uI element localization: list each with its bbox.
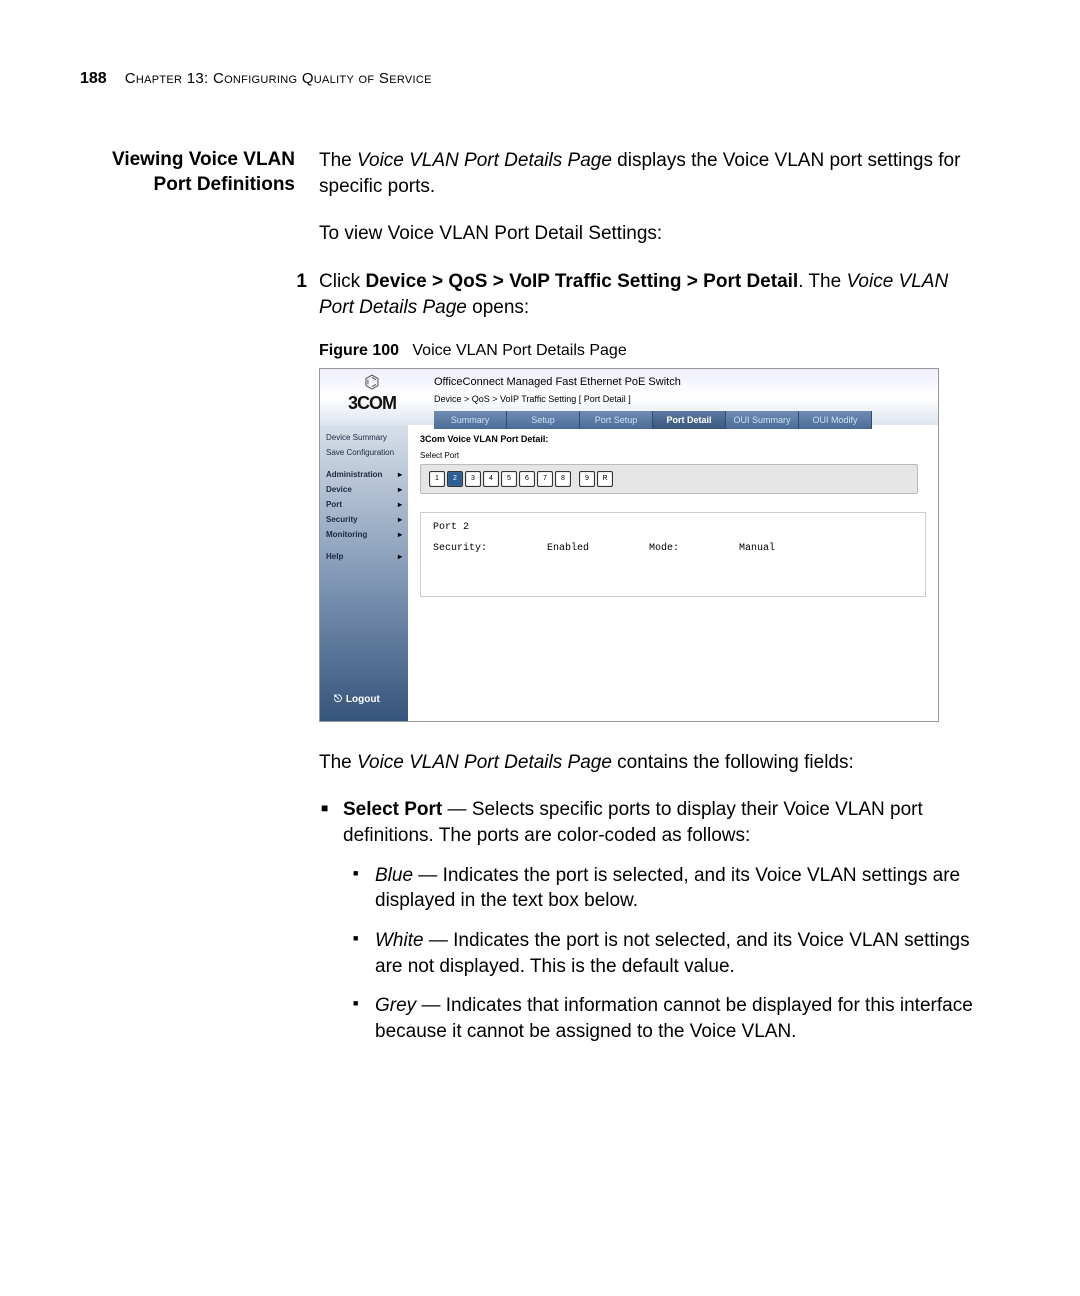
port-r[interactable]: R [597,471,613,487]
sidebar-item-port[interactable]: Port▸ [326,498,408,513]
port-8[interactable]: 8 [555,471,571,487]
step-1: 1 Click Device > QoS > VoIP Traffic Sett… [319,269,980,320]
sidebar-item-device[interactable]: Device▸ [326,483,408,498]
logo-text: 3COM [326,391,418,415]
port-4[interactable]: 4 [483,471,499,487]
section-heading: Viewing Voice VLAN Port Definitions [80,148,295,1063]
chevron-right-icon: ▸ [398,500,406,511]
figure-screenshot: ⌬ 3COM OfficeConnect Managed Fast Ethern… [319,368,939,722]
chevron-right-icon: ▸ [398,470,406,481]
port-7[interactable]: 7 [537,471,553,487]
chapter-line: Chapter 13: Configuring Quality of Servi… [125,70,432,87]
logout-icon: ⎋ [334,693,342,707]
figure-caption: Figure 100 Voice VLAN Port Details Page [319,340,980,362]
device-title: OfficeConnect Managed Fast Ethernet PoE … [434,375,928,390]
port-detail-box: Port 2 Security: Enabled Mode: Manual [420,512,926,597]
detail-security-label: Security: [433,542,487,556]
detail-port-name: Port 2 [433,521,913,535]
sidebar-item-monitoring[interactable]: Monitoring▸ [326,528,408,543]
logo-3com: ⌬ 3COM [320,369,424,419]
color-white: White — Indicates the port is not select… [375,928,980,979]
fields-list: Select Port — Selects specific ports to … [319,797,980,1044]
chevron-right-icon: ▸ [398,485,406,496]
field-select-port: Select Port — Selects specific ports to … [343,797,980,1044]
sidebar-item-save-configuration[interactable]: Save Configuration [326,446,408,461]
port-5[interactable]: 5 [501,471,517,487]
content-pane: 3Com Voice VLAN Port Detail: Select Port… [408,425,938,721]
detail-mode-label: Mode: [649,542,679,556]
instruction-line: To view Voice VLAN Port Detail Settings: [319,221,980,247]
detail-security-value: Enabled [547,542,589,556]
color-grey: Grey — Indicates that information cannot… [375,993,980,1044]
port-2[interactable]: 2 [447,471,463,487]
port-selector-strip: 1 2 3 4 5 6 7 8 9 R [420,464,918,494]
port-3[interactable]: 3 [465,471,481,487]
step-number: 1 [287,269,307,320]
sidebar-item-device-summary[interactable]: Device Summary [326,431,408,446]
sidebar-item-security[interactable]: Security▸ [326,513,408,528]
page-number: 188 [80,70,107,88]
fields-intro: The Voice VLAN Port Details Page contain… [319,750,980,776]
port-6[interactable]: 6 [519,471,535,487]
sidebar-item-help[interactable]: Help▸ [326,550,408,565]
chevron-right-icon: ▸ [398,530,406,541]
logo-icon: ⌬ [326,373,418,391]
color-blue: Blue — Indicates the port is selected, a… [375,863,980,914]
sidebar-item-administration[interactable]: Administration▸ [326,468,408,483]
ss-header: ⌬ 3COM OfficeConnect Managed Fast Ethern… [320,369,938,425]
port-1[interactable]: 1 [429,471,445,487]
detail-mode-value: Manual [739,542,775,556]
select-port-label: Select Port [420,451,926,462]
chevron-right-icon: ▸ [398,552,406,563]
color-code-list: Blue — Indicates the port is selected, a… [343,863,980,1045]
intro-paragraph: The Voice VLAN Port Details Page display… [319,148,980,199]
chevron-right-icon: ▸ [398,515,406,526]
content-title: 3Com Voice VLAN Port Detail: [420,433,926,445]
sidebar: Device Summary Save Configuration Admini… [320,425,408,721]
logout-button[interactable]: ⎋Logout [334,693,380,707]
port-9[interactable]: 9 [579,471,595,487]
page-header: 188 Chapter 13: Configuring Quality of S… [80,70,980,88]
breadcrumb: Device > QoS > VoIP Traffic Setting [ Po… [434,393,928,405]
